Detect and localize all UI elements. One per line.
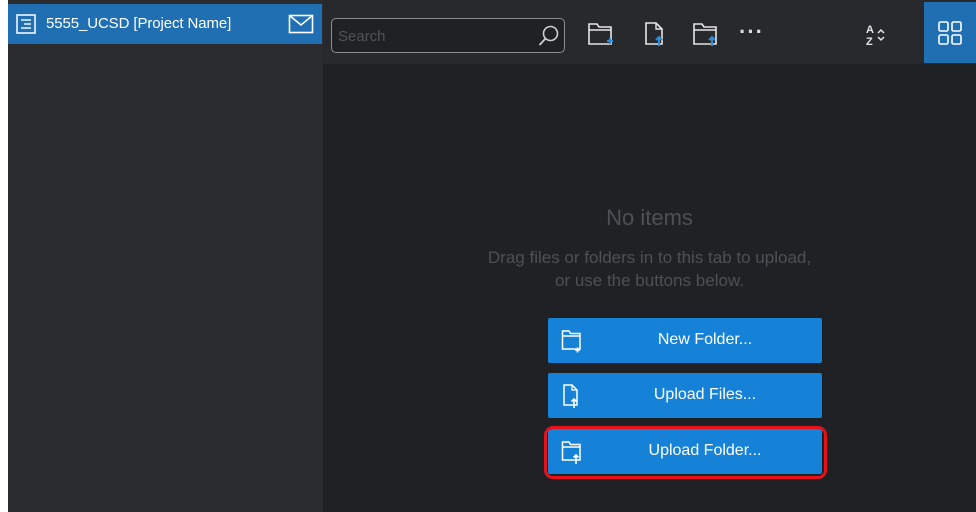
project-name: 5555_UCSD [Project Name] <box>46 15 232 32</box>
search-box[interactable] <box>331 18 565 53</box>
empty-state-hint: Drag files or folders in to this tab to … <box>323 246 976 292</box>
empty-hint-line-2: or use the buttons below. <box>554 271 745 290</box>
highlight-box <box>544 426 827 479</box>
svg-text:Z: Z <box>866 36 873 48</box>
mail-icon[interactable] <box>288 14 314 34</box>
toolbar: ··· A Z <box>323 0 976 64</box>
upload-file-icon[interactable] <box>640 19 672 49</box>
svg-text:A: A <box>866 24 874 36</box>
sidebar: 5555_UCSD [Project Name] <box>8 0 323 512</box>
search-input[interactable] <box>338 26 528 46</box>
upload-folder-icon[interactable] <box>690 19 722 49</box>
upload-file-icon <box>561 383 583 409</box>
upload-files-button[interactable]: Upload Files... <box>548 373 822 418</box>
grid-view-button[interactable] <box>924 2 976 63</box>
app-window: 5555_UCSD [Project Name] Search ··· A Z … <box>8 0 976 512</box>
project-doc-icon <box>15 13 37 35</box>
new-folder-label: New Folder... <box>657 331 753 348</box>
more-icon[interactable]: ··· <box>739 21 764 43</box>
project-tab[interactable]: 5555_UCSD [Project Name] <box>8 4 322 44</box>
new-folder-icon[interactable] <box>585 19 617 49</box>
search-icon[interactable] <box>538 25 560 47</box>
empty-state-title: No items <box>606 205 693 230</box>
new-folder-button[interactable]: New Folder... <box>548 318 822 363</box>
sort-az-icon[interactable]: A Z <box>863 22 893 48</box>
file-list-area: No items Drag files or folders in to thi… <box>323 64 976 512</box>
empty-hint-line-1: Drag files or folders in to this tab to … <box>487 248 812 267</box>
upload-files-label: Upload Files... <box>653 386 757 403</box>
new-folder-icon <box>561 328 583 354</box>
grid-view-icon <box>938 20 962 45</box>
